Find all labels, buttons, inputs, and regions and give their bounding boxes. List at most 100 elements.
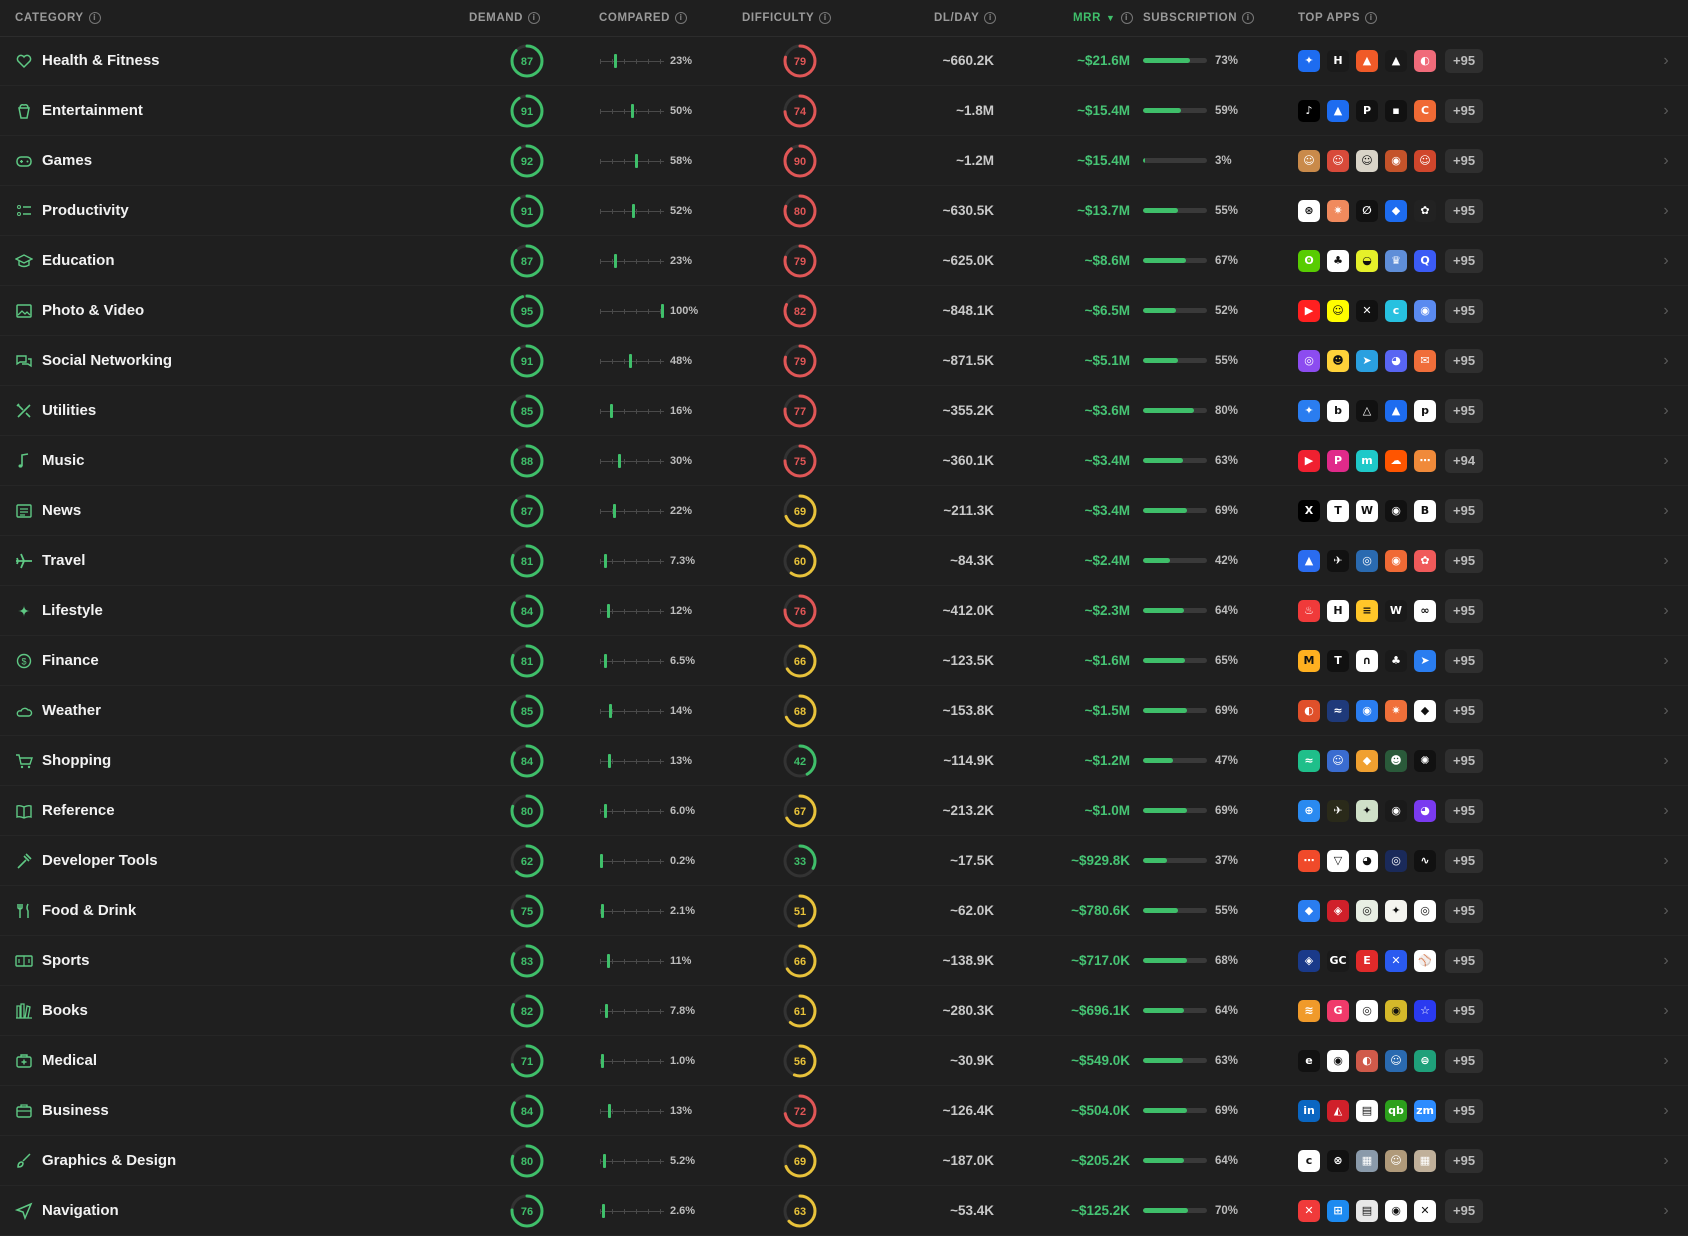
app-icon[interactable]: ◉ [1385,799,1407,822]
app-icon[interactable]: ▲ [1327,99,1349,122]
app-icon[interactable]: ◎ [1414,899,1436,922]
app-icon[interactable]: ▦ [1414,1149,1436,1172]
app-icon[interactable]: ◈ [1298,949,1320,972]
table-row[interactable]: $ Finance 81 6.5% 66 ~123.5K ~$1.6M 65% … [0,636,1688,686]
app-icon[interactable]: ▲ [1385,49,1407,72]
app-icon[interactable]: ∿ [1414,849,1436,872]
app-icon[interactable]: c [1385,299,1407,322]
app-icon[interactable]: ◆ [1356,749,1378,772]
app-icon[interactable]: ☺ [1385,1149,1407,1172]
table-row[interactable]: Health & Fitness 87 23% 79 ~660.2K ~$21.… [0,36,1688,86]
chevron-right-icon[interactable]: › [1656,236,1676,285]
chevron-right-icon[interactable]: › [1656,86,1676,135]
app-icon[interactable]: ◆ [1414,699,1436,722]
col-topapps[interactable]: TOP APPS i [1298,0,1378,36]
chevron-right-icon[interactable]: › [1656,736,1676,785]
app-icon[interactable]: M [1298,649,1320,672]
app-icon[interactable]: ♣ [1327,249,1349,272]
app-icon[interactable]: ▪ [1385,99,1407,122]
col-category[interactable]: CATEGORY i [15,0,101,36]
app-icon[interactable]: GC [1327,949,1349,972]
chevron-right-icon[interactable]: › [1656,36,1676,85]
app-icon[interactable]: ▲ [1298,549,1320,572]
app-icon[interactable]: ≋ [1298,999,1320,1022]
app-icon[interactable]: ◆ [1385,199,1407,222]
app-icon[interactable]: ◎ [1356,899,1378,922]
app-icon[interactable]: ✺ [1414,749,1436,772]
col-dlday[interactable]: DL/DAY i [934,0,997,36]
app-icon[interactable]: ➤ [1356,349,1378,372]
app-icon[interactable]: Q [1414,249,1436,272]
more-apps-badge[interactable]: +95 [1445,498,1484,523]
app-icon[interactable]: c [1298,1149,1320,1172]
chevron-right-icon[interactable]: › [1656,836,1676,885]
table-row[interactable]: Entertainment 91 50% 74 ~1.8M ~$15.4M 59… [0,86,1688,136]
app-icon[interactable]: ☆ [1414,999,1436,1022]
info-icon[interactable]: i [528,12,541,24]
app-icon[interactable]: qb [1385,1099,1407,1122]
more-apps-badge[interactable]: +95 [1445,798,1484,823]
chevron-right-icon[interactable]: › [1656,186,1676,235]
chevron-right-icon[interactable]: › [1656,936,1676,985]
app-icon[interactable]: ☺ [1298,149,1320,172]
chevron-right-icon[interactable]: › [1656,286,1676,335]
chevron-right-icon[interactable]: › [1656,1186,1676,1235]
app-icon[interactable]: ∅ [1356,199,1378,222]
app-icon[interactable]: ✈ [1327,549,1349,572]
app-icon[interactable]: ◉ [1385,549,1407,572]
chevron-right-icon[interactable]: › [1656,1136,1676,1185]
app-icon[interactable]: ⚾ [1414,949,1436,972]
app-icon[interactable]: ▶ [1298,299,1320,322]
more-apps-badge[interactable]: +95 [1445,698,1484,723]
more-apps-badge[interactable]: +95 [1445,748,1484,773]
app-icon[interactable]: ∞ [1414,599,1436,622]
app-icon[interactable]: W [1385,599,1407,622]
app-icon[interactable]: ◆ [1298,899,1320,922]
more-apps-badge[interactable]: +95 [1445,248,1484,273]
app-icon[interactable]: ✕ [1356,299,1378,322]
table-row[interactable]: Travel 81 7.3% 60 ~84.3K ~$2.4M 42% ▲ ✈ ◎ ◉… [0,536,1688,586]
app-icon[interactable]: ∩ [1356,649,1378,672]
app-icon[interactable]: E [1356,949,1378,972]
app-icon[interactable]: ♛ [1385,249,1407,272]
app-icon[interactable]: C [1414,99,1436,122]
app-icon[interactable]: ▦ [1356,1149,1378,1172]
chevron-right-icon[interactable]: › [1656,1036,1676,1085]
more-apps-badge[interactable]: +95 [1445,298,1484,323]
info-icon[interactable]: i [1365,12,1378,24]
app-icon[interactable]: ✕ [1414,1199,1436,1222]
app-icon[interactable]: ≡ [1356,599,1378,622]
app-icon[interactable]: ◎ [1356,999,1378,1022]
table-row[interactable]: Games 92 58% 90 ~1.2M ~$15.4M 3% ☺ ☺ ☺ ◉ ☺ +… [0,136,1688,186]
table-row[interactable]: Reference 80 6.0% 67 ~213.2K ~$1.0M 69% … [0,786,1688,836]
app-icon[interactable]: ◉ [1385,1199,1407,1222]
chevron-right-icon[interactable]: › [1656,1086,1676,1135]
more-apps-badge[interactable]: +95 [1445,148,1484,173]
chevron-right-icon[interactable]: › [1656,486,1676,535]
chevron-right-icon[interactable]: › [1656,986,1676,1035]
more-apps-badge[interactable]: +95 [1445,1148,1484,1173]
col-mrr[interactable]: MRR ▼ i [1073,0,1133,36]
app-icon[interactable]: ⊛ [1298,199,1320,222]
chevron-right-icon[interactable]: › [1656,636,1676,685]
more-apps-badge[interactable]: +94 [1445,448,1484,473]
app-icon[interactable]: ☻ [1385,749,1407,772]
more-apps-badge[interactable]: +95 [1445,998,1484,1023]
app-icon[interactable]: ⋯ [1298,849,1320,872]
table-row[interactable]: Food & Drink 75 2.1% 51 ~62.0K ~$780.6K … [0,886,1688,936]
app-icon[interactable]: ◕ [1385,349,1407,372]
more-apps-badge[interactable]: +95 [1445,548,1484,573]
app-icon[interactable]: ✦ [1298,49,1320,72]
app-icon[interactable]: ◉ [1385,999,1407,1022]
table-row[interactable]: Sports 83 11% 66 ~138.9K ~$717.0K 68% ◈ G… [0,936,1688,986]
more-apps-badge[interactable]: +95 [1445,98,1484,123]
table-row[interactable]: Education 87 23% 79 ~625.0K ~$8.6M 67% ʘ… [0,236,1688,286]
chevron-right-icon[interactable]: › [1656,586,1676,635]
app-icon[interactable]: ✕ [1298,1199,1320,1222]
info-icon[interactable]: i [88,12,101,24]
app-icon[interactable]: ➤ [1414,649,1436,672]
app-icon[interactable]: X [1298,499,1320,522]
app-icon[interactable]: ♪ [1298,99,1320,122]
more-apps-badge[interactable]: +95 [1445,348,1484,373]
more-apps-badge[interactable]: +95 [1445,948,1484,973]
